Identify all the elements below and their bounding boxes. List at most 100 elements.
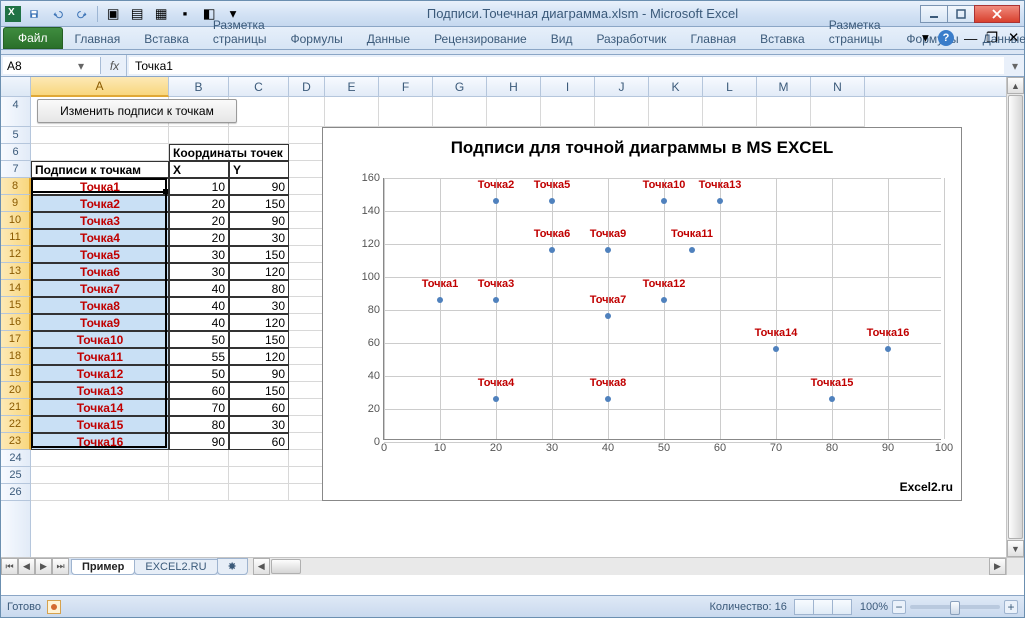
row-header[interactable]: 22 [1,416,31,433]
cell-x[interactable]: 30 [169,263,229,280]
column-headers[interactable]: ABCDEFGHIJKLMN [1,77,1006,97]
qat-button-3[interactable]: ▦ [150,4,172,24]
qat-save-button[interactable] [23,4,45,24]
sheet-tab[interactable]: EXCEL2.RU [134,559,217,575]
row-header[interactable]: 23 [1,433,31,450]
cell-y[interactable]: 60 [229,399,289,416]
row-header[interactable]: 21 [1,399,31,416]
row-header[interactable]: 14 [1,280,31,297]
cell-y[interactable]: 120 [229,263,289,280]
cell[interactable] [229,450,289,467]
ribbon-tab[interactable]: Главная [678,29,748,49]
cell-y[interactable]: 150 [229,195,289,212]
cell-point-label[interactable]: Точка10 [31,331,169,348]
row-header[interactable]: 24 [1,450,30,467]
zoom-level[interactable]: 100% [860,601,888,613]
cell[interactable] [289,399,325,416]
cell[interactable] [811,97,865,127]
scroll-left-button[interactable]: ◀ [253,558,270,575]
row-header[interactable]: 11 [1,229,31,246]
cell[interactable] [31,467,169,484]
cell-point-label[interactable]: Точка16 [31,433,169,450]
cell[interactable] [289,127,325,144]
cell[interactable] [289,467,325,484]
cell-x[interactable]: 40 [169,314,229,331]
cell[interactable] [289,97,325,127]
cell[interactable] [289,212,325,229]
ribbon-tab[interactable]: Главная [63,29,133,49]
ribbon-tab[interactable]: Вставка [132,29,201,49]
cell-x[interactable]: 20 [169,229,229,246]
cell[interactable] [289,246,325,263]
cell[interactable] [541,97,595,127]
ribbon-tab[interactable]: Разметка страницы [201,15,279,49]
close-button[interactable] [974,5,1020,23]
row-header[interactable]: 25 [1,467,30,484]
cell[interactable] [31,484,169,501]
cell[interactable] [229,484,289,501]
cell-y[interactable]: 150 [229,382,289,399]
maximize-button[interactable] [947,5,975,23]
ribbon-tab[interactable]: Рецензирование [422,29,539,49]
workbook-close-button[interactable]: ✕ [1002,29,1020,47]
cell-point-label[interactable]: Точка7 [31,280,169,297]
cell-x[interactable]: 10 [169,178,229,195]
name-box-dropdown-icon[interactable]: ▾ [73,59,89,73]
cell[interactable] [289,348,325,365]
cell-point-label[interactable]: Точка9 [31,314,169,331]
zoom-out-button[interactable]: − [892,600,906,614]
cell[interactable] [289,450,325,467]
cell-x[interactable]: 20 [169,212,229,229]
cell[interactable] [169,127,229,144]
row-header[interactable]: 10 [1,212,31,229]
cell-point-label[interactable]: Точка12 [31,365,169,382]
cells-grid[interactable]: Изменить подписи к точкам Координаты точе… [31,97,1006,557]
header-labels[interactable]: Подписи к точкам [31,161,169,178]
column-header[interactable]: J [595,77,649,96]
cell-x[interactable]: 50 [169,365,229,382]
cell-x[interactable]: 40 [169,280,229,297]
scroll-up-button[interactable]: ▲ [1007,77,1024,94]
cell-y[interactable]: 90 [229,212,289,229]
row-header[interactable]: 13 [1,263,31,280]
cell-x[interactable]: 90 [169,433,229,450]
cell[interactable] [289,229,325,246]
scroll-right-button[interactable]: ▶ [989,558,1006,575]
cell-x[interactable]: 20 [169,195,229,212]
ribbon-tab[interactable]: Разработчик [584,29,678,49]
cell[interactable] [289,484,325,501]
cell-x[interactable]: 80 [169,416,229,433]
column-header[interactable]: H [487,77,541,96]
row-header[interactable]: 20 [1,382,31,399]
name-box-input[interactable] [3,59,73,73]
cell[interactable] [169,484,229,501]
cell[interactable] [325,97,379,127]
select-all-corner[interactable] [1,77,31,96]
cell[interactable] [757,97,811,127]
row-header[interactable]: 4 [1,97,30,127]
horizontal-scrollbar[interactable]: ◀ ▶ [253,558,1006,575]
cell-x[interactable]: 50 [169,331,229,348]
row-header[interactable]: 26 [1,484,30,501]
qat-button-2[interactable]: ▤ [126,4,148,24]
column-header[interactable]: F [379,77,433,96]
workbook-minimize-button[interactable]: — [958,29,976,47]
row-header[interactable]: 16 [1,314,31,331]
tab-nav-next-button[interactable]: ▶ [35,558,52,575]
cell[interactable] [703,97,757,127]
cell-y[interactable]: 80 [229,280,289,297]
ribbon-tab[interactable]: Вид [539,29,585,49]
column-header[interactable]: G [433,77,487,96]
row-headers[interactable]: 4567891011121314151617181920212223242526 [1,97,31,557]
ribbon-tab[interactable]: Вставка [748,29,817,49]
ribbon-tab[interactable]: Данные [355,29,422,49]
change-labels-button[interactable]: Изменить подписи к точкам [37,99,237,123]
header-merged-coord[interactable]: Координаты точек [169,144,289,161]
cell-x[interactable]: 30 [169,246,229,263]
cell-y[interactable]: 30 [229,297,289,314]
cell-y[interactable]: 120 [229,314,289,331]
cell-x[interactable]: 60 [169,382,229,399]
cell[interactable] [289,161,325,178]
cell-y[interactable]: 60 [229,433,289,450]
ribbon-minimize-button[interactable]: ▾ [916,29,934,47]
